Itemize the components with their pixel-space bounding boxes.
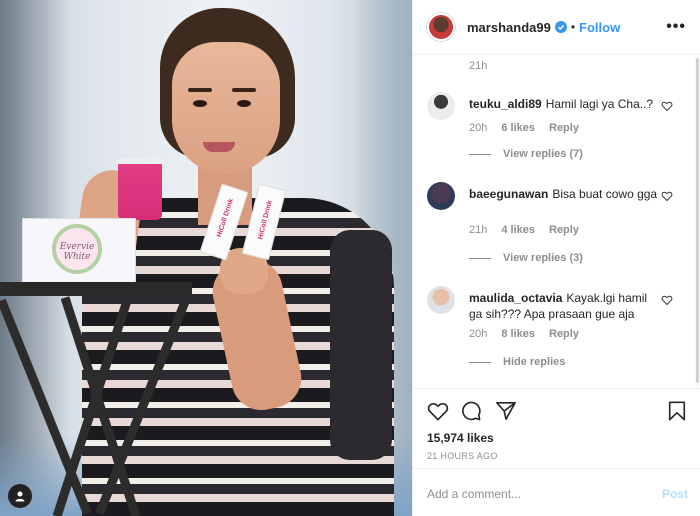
heart-icon[interactable]	[661, 100, 673, 112]
comment-text-block: teuku_aldi89 Hamil lagi ya Cha..?	[469, 96, 659, 112]
pink-drink-glass	[118, 158, 162, 220]
post-timestamp[interactable]: 21 HOURS AGO	[427, 451, 498, 461]
view-replies-button[interactable]: View replies (3)	[469, 252, 583, 264]
post-author-username[interactable]: marshanda99	[467, 20, 551, 35]
tagged-users-button[interactable]	[8, 484, 32, 508]
comment-time: 21h	[469, 224, 488, 236]
add-comment-input[interactable]	[427, 487, 647, 501]
like-heart-icon[interactable]	[427, 401, 449, 421]
reply-button[interactable]: Reply	[549, 328, 579, 340]
avatar[interactable]	[427, 286, 455, 314]
more-options-icon[interactable]: •••	[666, 19, 686, 35]
post-actions: 15,974 likes 21 HOURS AGO	[413, 388, 700, 468]
post-header: marshanda99 • Follow •••	[413, 0, 700, 55]
photo-lips	[203, 142, 235, 152]
replies-divider	[469, 153, 491, 155]
heart-icon[interactable]	[661, 294, 673, 306]
replies-divider	[469, 361, 491, 363]
photo-sleeve	[330, 230, 392, 460]
comment-meta: 20h 6 likes Reply	[469, 122, 593, 134]
separator-dot: •	[570, 20, 576, 34]
likes-count[interactable]: 15,974 likes	[427, 431, 494, 445]
hide-replies-label: Hide replies	[503, 356, 566, 368]
comment-time: 20h	[469, 328, 488, 340]
avatar[interactable]	[427, 13, 455, 41]
product-box-label: Evervie White	[59, 242, 95, 262]
photo-eye	[193, 100, 207, 107]
share-send-icon[interactable]	[495, 401, 517, 421]
comment-time: 20h	[469, 122, 488, 134]
comment-text-block: maulida_octavia Kayak.lgi hamil ga sih???…	[469, 290, 659, 322]
post-comment-button[interactable]: Post	[662, 487, 688, 501]
replies-divider	[469, 257, 491, 259]
avatar[interactable]	[427, 182, 455, 210]
reply-button[interactable]: Reply	[549, 224, 579, 236]
save-bookmark-icon[interactable]	[667, 401, 687, 421]
comments-scrollbar[interactable]	[695, 56, 699, 388]
comment-bubble-icon[interactable]	[460, 401, 482, 421]
comment-username[interactable]: teuku_aldi89	[469, 97, 542, 111]
comment-username[interactable]: maulida_octavia	[469, 291, 562, 305]
post-side-panel: marshanda99 • Follow ••• 21h teuku_aldi8…	[412, 0, 700, 516]
scrollbar-thumb[interactable]	[696, 58, 699, 383]
post-photo[interactable]: HiColl Drink HiColl Drink Evervie White	[0, 0, 412, 516]
view-replies-label: View replies (7)	[503, 148, 583, 160]
photo-brow	[188, 88, 212, 92]
photo-table	[0, 282, 192, 296]
comment-likes[interactable]: 8 likes	[501, 328, 535, 340]
photo-face	[172, 42, 280, 174]
check-icon	[557, 24, 564, 31]
comment-text: Hamil lagi ya Cha..?	[545, 97, 654, 111]
heart-icon[interactable]	[661, 190, 673, 202]
follow-button[interactable]: Follow	[579, 20, 620, 35]
comment-text: Bisa buat cowo gga	[552, 187, 658, 201]
reply-button[interactable]: Reply	[549, 122, 579, 134]
person-icon	[15, 491, 25, 502]
comments-list[interactable]: 21h teuku_aldi89 Hamil lagi ya Cha..? 20h…	[413, 56, 700, 388]
comment-likes[interactable]: 6 likes	[501, 122, 535, 134]
comment-composer: Post	[413, 468, 700, 516]
verified-badge-icon	[554, 21, 567, 33]
photo-eye	[237, 100, 251, 107]
avatar[interactable]	[427, 92, 455, 120]
comment-username[interactable]: baeegunawan	[469, 187, 548, 201]
comment-meta: 20h 8 likes Reply	[469, 328, 593, 340]
comment-timestamp: 21h	[469, 60, 488, 72]
comment-text-block: baeegunawan Bisa buat cowo gga	[469, 186, 659, 202]
view-replies-button[interactable]: View replies (7)	[469, 148, 583, 160]
photo-brow	[232, 88, 256, 92]
view-replies-label: View replies (3)	[503, 252, 583, 264]
comment-likes[interactable]: 4 likes	[501, 224, 535, 236]
comment-meta: 21h 4 likes Reply	[469, 224, 593, 236]
hide-replies-button[interactable]: Hide replies	[469, 356, 565, 368]
